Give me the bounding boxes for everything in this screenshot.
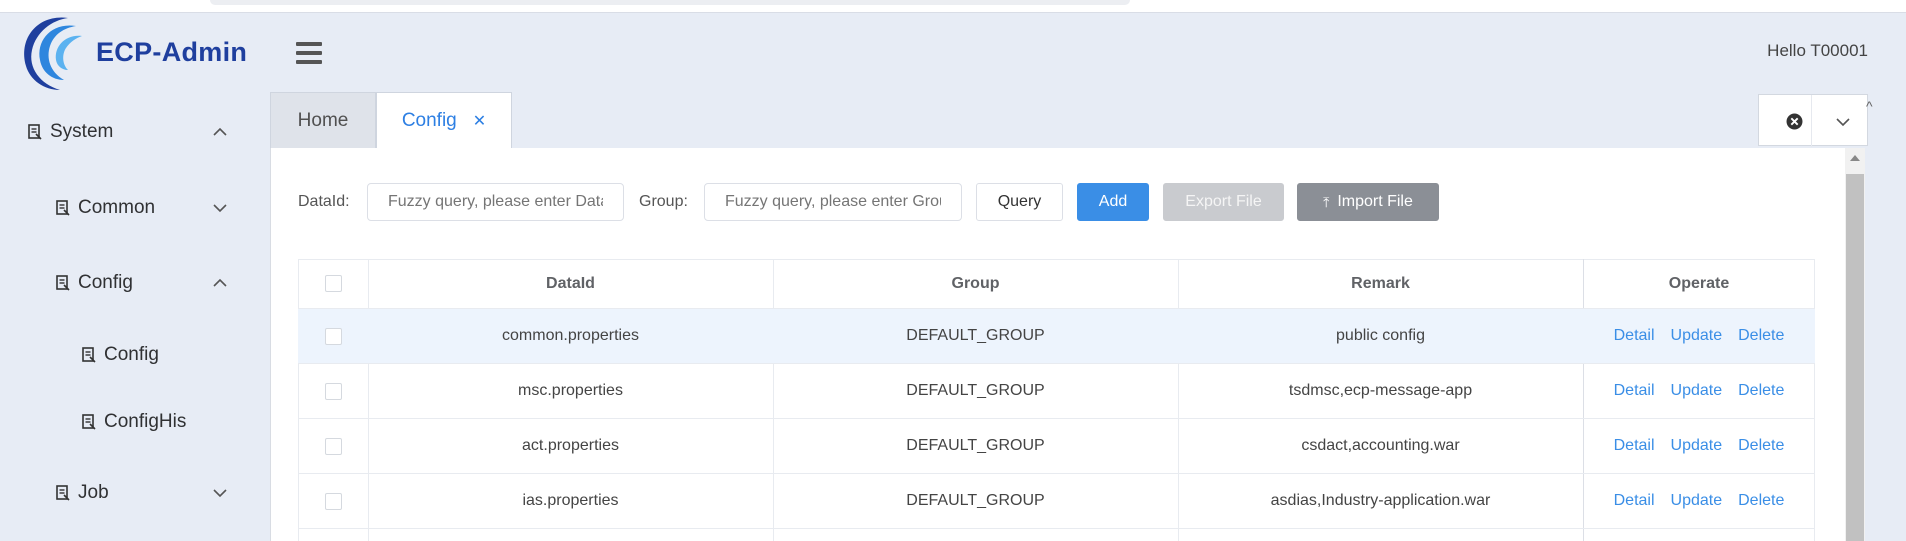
sidebar-item-label: Config: [104, 344, 159, 365]
cell-operate: Detail Update Delete: [1583, 309, 1815, 363]
export-file-button[interactable]: Export File: [1163, 183, 1284, 221]
row-checkbox[interactable]: [324, 327, 342, 345]
update-link[interactable]: Update: [1671, 327, 1723, 345]
row-checkbox[interactable]: [324, 492, 342, 510]
row-check-cell: [298, 309, 368, 363]
table-row[interactable]: act.properties DEFAULT_GROUP csdact,acco…: [298, 419, 1815, 474]
hamburger-icon-bar: [296, 60, 322, 64]
row-checkbox[interactable]: [324, 437, 342, 455]
cell-group: DEFAULT_GROUP: [906, 437, 1045, 454]
detail-link[interactable]: Detail: [1614, 382, 1655, 400]
cell-group: DEFAULT_GROUP: [906, 327, 1045, 344]
update-link[interactable]: Update: [1671, 382, 1723, 400]
detail-link[interactable]: Detail: [1614, 437, 1655, 455]
sidebar-item-label: System: [50, 121, 114, 142]
column-header-dataid[interactable]: DataId: [368, 259, 773, 308]
app-name: ECP-Admin: [96, 36, 248, 67]
tab-config[interactable]: Config ✕: [376, 92, 512, 148]
import-file-button[interactable]: ⤒ Import File: [1297, 183, 1439, 221]
tab-home[interactable]: Home: [270, 92, 376, 148]
chevron-down-icon: [213, 489, 227, 498]
menu-toggle-button[interactable]: [296, 42, 322, 64]
group-search-input[interactable]: [704, 183, 962, 221]
cell-operate: Detail Update Delete: [1583, 364, 1815, 418]
cell-dataid: act.properties: [522, 437, 619, 454]
upload-icon: ⤒: [1323, 193, 1330, 210]
dataid-label: DataId:: [298, 193, 350, 210]
select-all-cell: [298, 259, 368, 308]
delete-link[interactable]: Delete: [1738, 327, 1784, 345]
column-header-operate: Operate: [1668, 274, 1730, 292]
chevron-up-icon: [213, 127, 227, 136]
scroll-up-arrow-icon[interactable]: [1850, 155, 1860, 161]
row-check-cell: [298, 419, 368, 473]
cell-remark: public config: [1336, 327, 1425, 344]
document-icon: [56, 485, 70, 501]
vertical-scrollbar[interactable]: [1845, 148, 1865, 541]
detail-link[interactable]: Detail: [1614, 492, 1655, 510]
cell-operate: Detail Update Delete: [1583, 474, 1815, 528]
close-icon[interactable]: ✕: [473, 111, 486, 131]
cell-remark: asdias,Industry-application.war: [1270, 492, 1491, 509]
document-icon: [56, 200, 70, 216]
chevron-up-icon: [213, 278, 227, 287]
cell-group: DEFAULT_GROUP: [906, 382, 1045, 399]
divider: [1811, 95, 1812, 147]
scrollbar-thumb[interactable]: [1846, 174, 1864, 541]
user-greeting[interactable]: Hello T00001: [1767, 41, 1868, 61]
column-header-remark[interactable]: Remark: [1178, 259, 1583, 308]
tab-label: Config: [401, 109, 457, 131]
delete-link[interactable]: Delete: [1738, 382, 1784, 400]
chevron-down-icon: [213, 204, 227, 213]
row-checkbox[interactable]: [324, 382, 342, 400]
column-header-group[interactable]: Group: [773, 259, 1178, 308]
document-icon: [56, 275, 70, 291]
select-all-checkbox[interactable]: [324, 275, 342, 292]
window-edge-caret-icon: ^: [1866, 98, 1873, 114]
logo-icon: [24, 17, 82, 90]
cell-dataid: ias.properties: [522, 492, 619, 509]
delete-link[interactable]: Delete: [1738, 492, 1784, 510]
cell-remark: csdact,accounting.war: [1301, 437, 1460, 454]
hamburger-icon-bar: [296, 51, 322, 55]
group-label: Group:: [639, 193, 688, 210]
table-header: DataId Group Remark Operate: [298, 259, 1815, 309]
row-check-cell: [298, 474, 368, 528]
hamburger-icon: [296, 42, 322, 46]
add-button[interactable]: Add: [1077, 183, 1149, 221]
sidebar-item-label: Config: [78, 272, 133, 293]
query-button[interactable]: Query: [976, 183, 1063, 221]
cell-operate: Detail Update Delete: [1583, 419, 1815, 473]
sidebar-item-label: Common: [78, 197, 156, 218]
cell-group: DEFAULT_GROUP: [906, 492, 1045, 509]
browser-top-strip: [0, 0, 1906, 13]
import-file-label: Import File: [1337, 193, 1413, 210]
detail-link[interactable]: Detail: [1614, 327, 1655, 345]
update-link[interactable]: Update: [1671, 437, 1723, 455]
row-check-cell: [298, 364, 368, 418]
sidebar-item-system[interactable]: System: [0, 112, 298, 152]
delete-link[interactable]: Delete: [1738, 437, 1784, 455]
app-logo[interactable]: ECP-Admin: [16, 12, 247, 92]
document-icon: [82, 347, 96, 363]
table-row[interactable]: common.properties DEFAULT_GROUP public c…: [298, 309, 1815, 364]
address-bar-edge: [210, 0, 1130, 5]
cell-remark: tsdmsc,ecp-message-app: [1288, 382, 1473, 399]
cell-dataid: msc.properties: [518, 382, 623, 399]
sidebar-item-label: ConfigHis: [104, 411, 187, 432]
table-row[interactable]: ias.properties DEFAULT_GROUP asdias,Indu…: [298, 474, 1815, 529]
document-icon: [82, 414, 96, 430]
close-circle-icon[interactable]: [1786, 113, 1803, 130]
tab-controls: [1758, 94, 1868, 147]
cell-dataid: common.properties: [502, 327, 639, 344]
dataid-search-input[interactable]: [367, 183, 624, 221]
sidebar-item-label: Job: [78, 482, 109, 503]
update-link[interactable]: Update: [1671, 492, 1723, 510]
table-row[interactable]: msc.properties DEFAULT_GROUP tsdmsc,ecp-…: [298, 364, 1815, 419]
document-icon: [28, 124, 42, 140]
chevron-down-icon[interactable]: [1835, 115, 1851, 129]
